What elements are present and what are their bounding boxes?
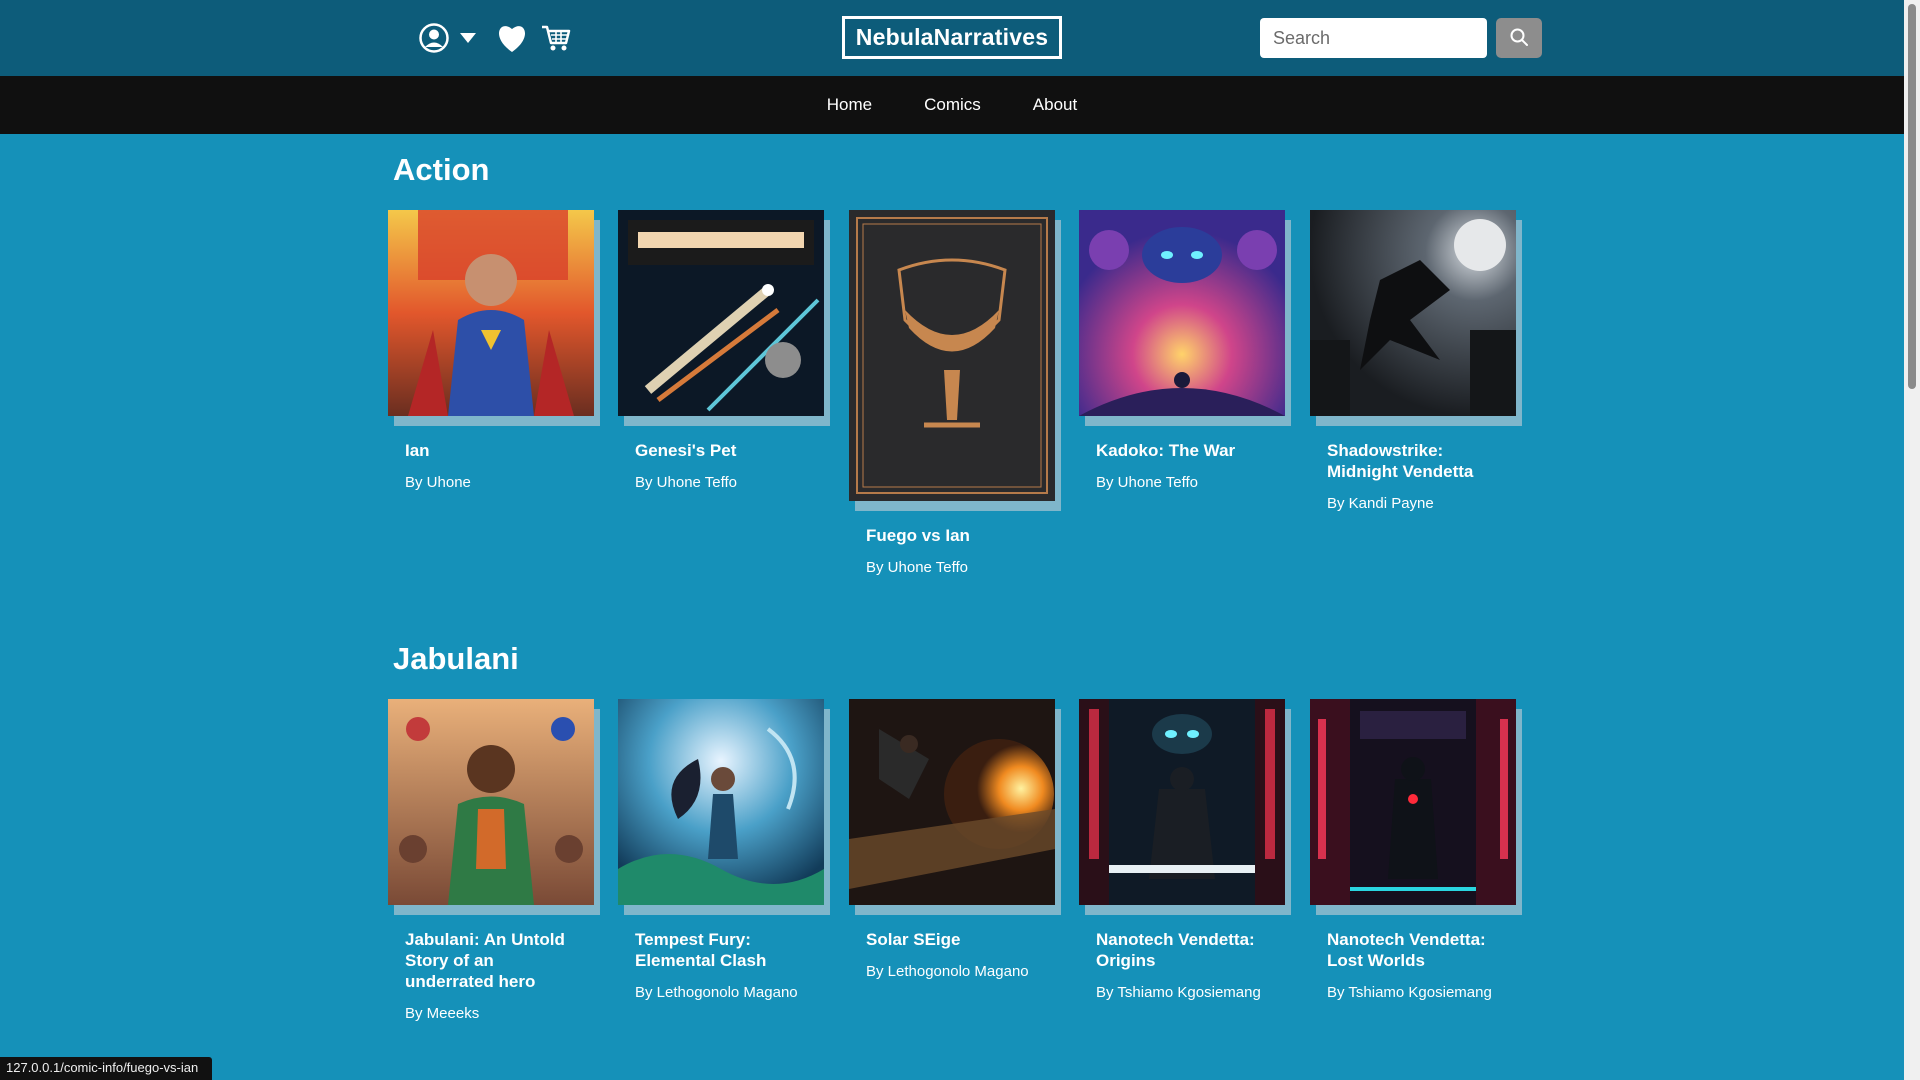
cart-icon[interactable]: [540, 22, 572, 54]
search-input[interactable]: [1260, 18, 1487, 58]
comic-author: By Tshiamo Kgosiemang: [1096, 984, 1261, 1001]
comic-card[interactable]: Kadoko: The War By Uhone Teffo: [1079, 210, 1293, 491]
comic-card[interactable]: Ian By Uhone: [388, 210, 602, 491]
comic-author: By Kandi Payne: [1327, 495, 1434, 512]
user-circle-icon[interactable]: [418, 22, 450, 54]
caret-down-icon[interactable]: [458, 22, 478, 54]
comic-card[interactable]: Tempest Fury: Elemental Clash By Lethogo…: [618, 699, 832, 1001]
comic-title[interactable]: Nanotech Vendetta: Lost Worlds: [1327, 929, 1507, 971]
comic-author: By Lethogonolo Magano: [866, 963, 1029, 980]
comic-cover[interactable]: [849, 699, 1055, 905]
section-title-action: Action: [393, 152, 490, 187]
comic-title[interactable]: Solar SEige: [866, 929, 1046, 950]
comic-card[interactable]: Nanotech Vendetta: Origins By Tshiamo Kg…: [1079, 699, 1293, 1001]
comic-author: By Uhone Teffo: [635, 474, 738, 491]
comic-cover[interactable]: [1079, 699, 1285, 905]
comic-title[interactable]: Fuego vs Ian: [866, 525, 1046, 546]
comic-card[interactable]: Nanotech Vendetta: Lost Worlds By Tshiam…: [1310, 699, 1524, 1001]
section-title-jabulani: Jabulani: [393, 641, 519, 676]
nav-comics[interactable]: Comics: [924, 95, 981, 115]
comic-cover[interactable]: [1310, 699, 1516, 905]
comic-cover[interactable]: [388, 699, 594, 905]
comic-title[interactable]: Nanotech Vendetta: Origins: [1096, 929, 1276, 971]
top-header: NebulaNarratives: [0, 0, 1904, 76]
comic-author: By Uhone Teffo: [866, 559, 969, 576]
search-icon: [1510, 28, 1528, 49]
header-icons: [418, 22, 572, 54]
comic-title[interactable]: Jabulani: An Untold Story of an underrat…: [405, 929, 585, 992]
comic-cover[interactable]: [1079, 210, 1285, 416]
search-button[interactable]: [1496, 18, 1542, 58]
comic-card[interactable]: Fuego vs Ian By Uhone Teffo: [849, 210, 1063, 576]
heart-icon[interactable]: [496, 22, 528, 54]
comic-card[interactable]: Genesi's Pet By Uhone Teffo: [618, 210, 832, 491]
comic-title[interactable]: Genesi's Pet: [635, 440, 815, 461]
nav-home[interactable]: Home: [827, 95, 872, 115]
comic-title[interactable]: Shadowstrike: Midnight Vendetta: [1327, 440, 1507, 482]
comic-cover[interactable]: [849, 210, 1055, 501]
nav-about[interactable]: About: [1033, 95, 1077, 115]
comic-author: By Uhone Teffo: [1096, 474, 1199, 491]
comic-cover[interactable]: [618, 699, 824, 905]
comic-cover[interactable]: [388, 210, 594, 416]
comic-title[interactable]: Kadoko: The War: [1096, 440, 1276, 461]
brand-logo[interactable]: NebulaNarratives: [842, 16, 1062, 59]
comic-cover[interactable]: [618, 210, 824, 416]
comic-author: By Uhone: [405, 474, 471, 491]
comic-card[interactable]: Jabulani: An Untold Story of an underrat…: [388, 699, 602, 1022]
comic-author: By Tshiamo Kgosiemang: [1327, 984, 1492, 1001]
comic-cover[interactable]: [1310, 210, 1516, 416]
scroll-thumb[interactable]: [1908, 4, 1916, 389]
status-url: 127.0.0.1/comic-info/fuego-vs-ian: [0, 1057, 212, 1080]
comic-title[interactable]: Tempest Fury: Elemental Clash: [635, 929, 815, 971]
comic-card[interactable]: Shadowstrike: Midnight Vendetta By Kandi…: [1310, 210, 1524, 512]
comic-card[interactable]: Solar SEige By Lethogonolo Magano: [849, 699, 1063, 980]
comic-author: By Meeeks: [405, 1005, 480, 1022]
main-nav: Home Comics About: [0, 76, 1904, 134]
comic-title[interactable]: Ian: [405, 440, 585, 461]
page-scrollbar[interactable]: [1904, 0, 1920, 1080]
comic-author: By Lethogonolo Magano: [635, 984, 798, 1001]
